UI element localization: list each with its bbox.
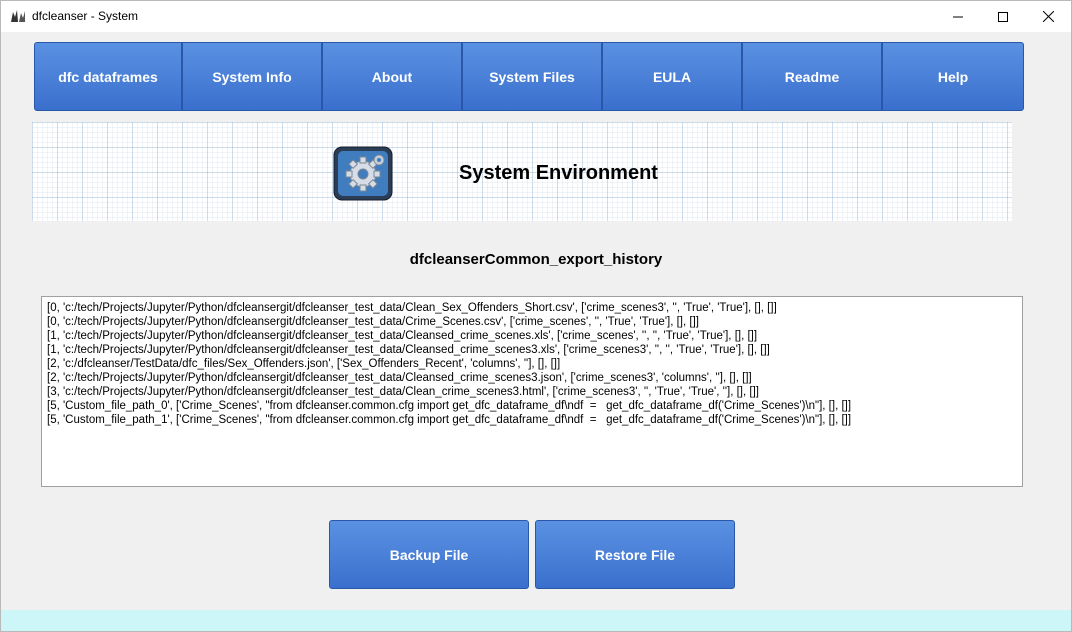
minimize-icon (953, 16, 963, 17)
history-line: [5, 'Custom_file_path_1', ['Crime_Scenes… (47, 414, 852, 426)
history-line: [3, 'c:/tech/Projects/Jupyter/Python/dfc… (47, 386, 759, 398)
nav-system-files-button[interactable]: System Files (462, 42, 602, 111)
history-line: [1, 'c:/tech/Projects/Jupyter/Python/dfc… (47, 330, 758, 342)
footer-band (1, 610, 1071, 631)
history-line: [0, 'c:/tech/Projects/Jupyter/Python/dfc… (47, 316, 699, 328)
close-button[interactable] (1025, 1, 1071, 32)
history-line: [2, 'c:/dfcleanser/TestData/dfc_files/Se… (47, 358, 561, 370)
nav-readme-button[interactable]: Readme (742, 42, 882, 111)
nav-dfc-dataframes-button[interactable]: dfc dataframes (34, 42, 182, 111)
minimize-button[interactable] (935, 1, 981, 32)
app-logo-icon (11, 10, 25, 22)
banner-title: System Environment (459, 162, 658, 184)
history-line: [0, 'c:/tech/Projects/Jupyter/Python/dfc… (47, 302, 777, 314)
history-line: [1, 'c:/tech/Projects/Jupyter/Python/dfc… (47, 344, 770, 356)
title-bar: dfcleanser - System (1, 1, 1071, 32)
window-title: dfcleanser - System (32, 9, 139, 23)
maximize-icon (998, 11, 1008, 22)
history-line: [2, 'c:/tech/Projects/Jupyter/Python/dfc… (47, 372, 752, 384)
maximize-button[interactable] (980, 1, 1026, 32)
nav-help-button[interactable]: Help (882, 42, 1024, 111)
app-window: dfcleanser - System dfc dataframes Syste… (0, 0, 1072, 632)
history-textarea[interactable]: [0, 'c:/tech/Projects/Jupyter/Python/dfc… (41, 296, 1023, 487)
restore-file-button[interactable]: Restore File (535, 520, 735, 589)
history-line: [5, 'Custom_file_path_0', ['Crime_Scenes… (47, 400, 852, 412)
system-banner: System Environment (32, 122, 1012, 221)
history-title: dfcleanserCommon_export_history (409, 251, 663, 268)
gear-icon (333, 146, 393, 201)
nav-eula-button[interactable]: EULA (602, 42, 742, 111)
nav-system-info-button[interactable]: System Info (182, 42, 322, 111)
close-icon (1042, 11, 1054, 22)
backup-file-button[interactable]: Backup File (329, 520, 529, 589)
nav-bar: dfc dataframes System Info About System … (34, 42, 1024, 111)
nav-about-button[interactable]: About (322, 42, 462, 111)
